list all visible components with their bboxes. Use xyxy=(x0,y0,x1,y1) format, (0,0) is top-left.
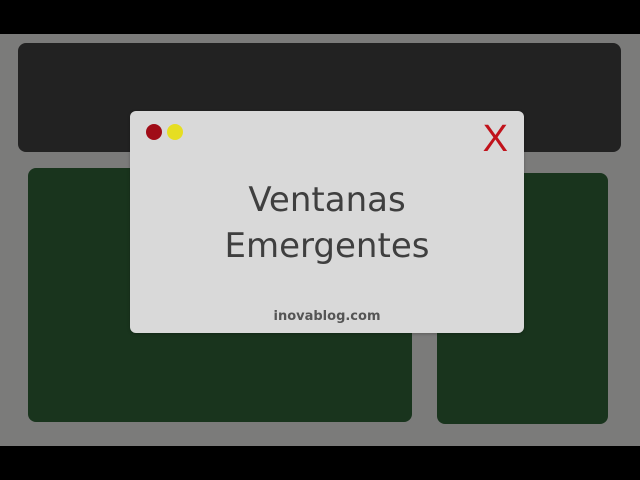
popup-title-line2: Emergentes xyxy=(224,226,430,266)
red-dot-icon xyxy=(146,124,162,140)
popup-title: Ventanas Emergentes xyxy=(130,177,524,269)
popup-window: X Ventanas Emergentes inovablog.com xyxy=(130,111,524,333)
close-button[interactable]: X xyxy=(483,120,508,158)
yellow-dot-icon xyxy=(167,124,183,140)
popup-footer-text: inovablog.com xyxy=(273,309,381,324)
popup-title-line1: Ventanas xyxy=(248,180,406,220)
